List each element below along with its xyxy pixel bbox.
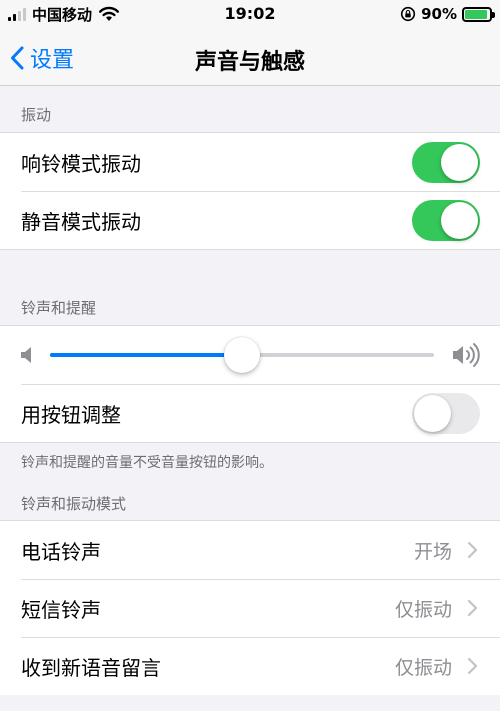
ringer-volume-slider[interactable] — [50, 337, 434, 373]
vibrate-on-silent-row: 静音模式振动 — [0, 191, 500, 249]
ringer-volume-row — [0, 326, 500, 384]
chevron-right-icon — [467, 599, 478, 617]
text-tone-value: 仅振动 — [394, 598, 452, 621]
list-item-ringtone[interactable]: 电话铃声 开场 — [0, 521, 500, 579]
battery-percent: 90% — [421, 5, 457, 23]
volume-low-icon — [21, 347, 31, 363]
toggle-knob — [441, 143, 478, 181]
section-header-vibration: 振动 — [21, 106, 52, 124]
rotation-lock-icon — [400, 6, 416, 22]
chevron-right-icon — [467, 541, 478, 559]
text-tone-label: 短信铃声 — [21, 597, 101, 622]
vibrate-on-ring-toggle[interactable] — [412, 141, 480, 183]
status-right: 90% — [400, 4, 495, 24]
change-with-buttons-label: 用按钮调整 — [21, 402, 121, 427]
change-with-buttons-toggle[interactable] — [412, 392, 480, 434]
ringer-footer-note: 铃声和提醒的音量不受音量按钮的影响。 — [21, 455, 273, 471]
vibrate-on-silent-toggle[interactable] — [412, 199, 480, 241]
status-bar: 中国移动 19:02 90% — [0, 0, 500, 30]
ringer-group: 用按钮调整 — [0, 325, 500, 443]
page-title: 声音与触感 — [194, 50, 305, 75]
slider-fill — [50, 353, 242, 357]
new-voicemail-value: 仅振动 — [394, 656, 452, 679]
volume-high-icon — [453, 343, 480, 367]
vibrate-on-silent-label: 静音模式振动 — [21, 209, 141, 234]
toggle-knob — [414, 394, 451, 432]
vibration-group: 响铃模式振动 静音模式振动 — [0, 132, 500, 250]
vibrate-on-ring-label: 响铃模式振动 — [21, 151, 141, 176]
vibrate-on-ring-row: 响铃模式振动 — [0, 133, 500, 191]
chevron-right-icon — [467, 657, 478, 675]
list-item-text-tone[interactable]: 短信铃声 仅振动 — [0, 579, 500, 637]
list-item-new-voicemail[interactable]: 收到新语音留言 仅振动 — [0, 637, 500, 695]
new-voicemail-label: 收到新语音留言 — [21, 655, 161, 680]
slider-thumb[interactable] — [224, 337, 260, 373]
section-header-patterns: 铃声和振动模式 — [21, 495, 127, 513]
ringtone-label: 电话铃声 — [21, 539, 101, 564]
battery-charging-icon — [462, 6, 495, 22]
ringtone-value: 开场 — [413, 540, 452, 563]
battery-level-fill — [465, 9, 487, 19]
navigation-bar: 设置 声音与触感 — [0, 30, 500, 86]
patterns-group: 电话铃声 开场 短信铃声 仅振动 收到新语音留言 仅振动 — [0, 520, 500, 695]
section-header-ringer: 铃声和提醒 — [21, 299, 97, 317]
change-with-buttons-row: 用按钮调整 — [0, 384, 500, 442]
toggle-knob — [441, 201, 478, 239]
